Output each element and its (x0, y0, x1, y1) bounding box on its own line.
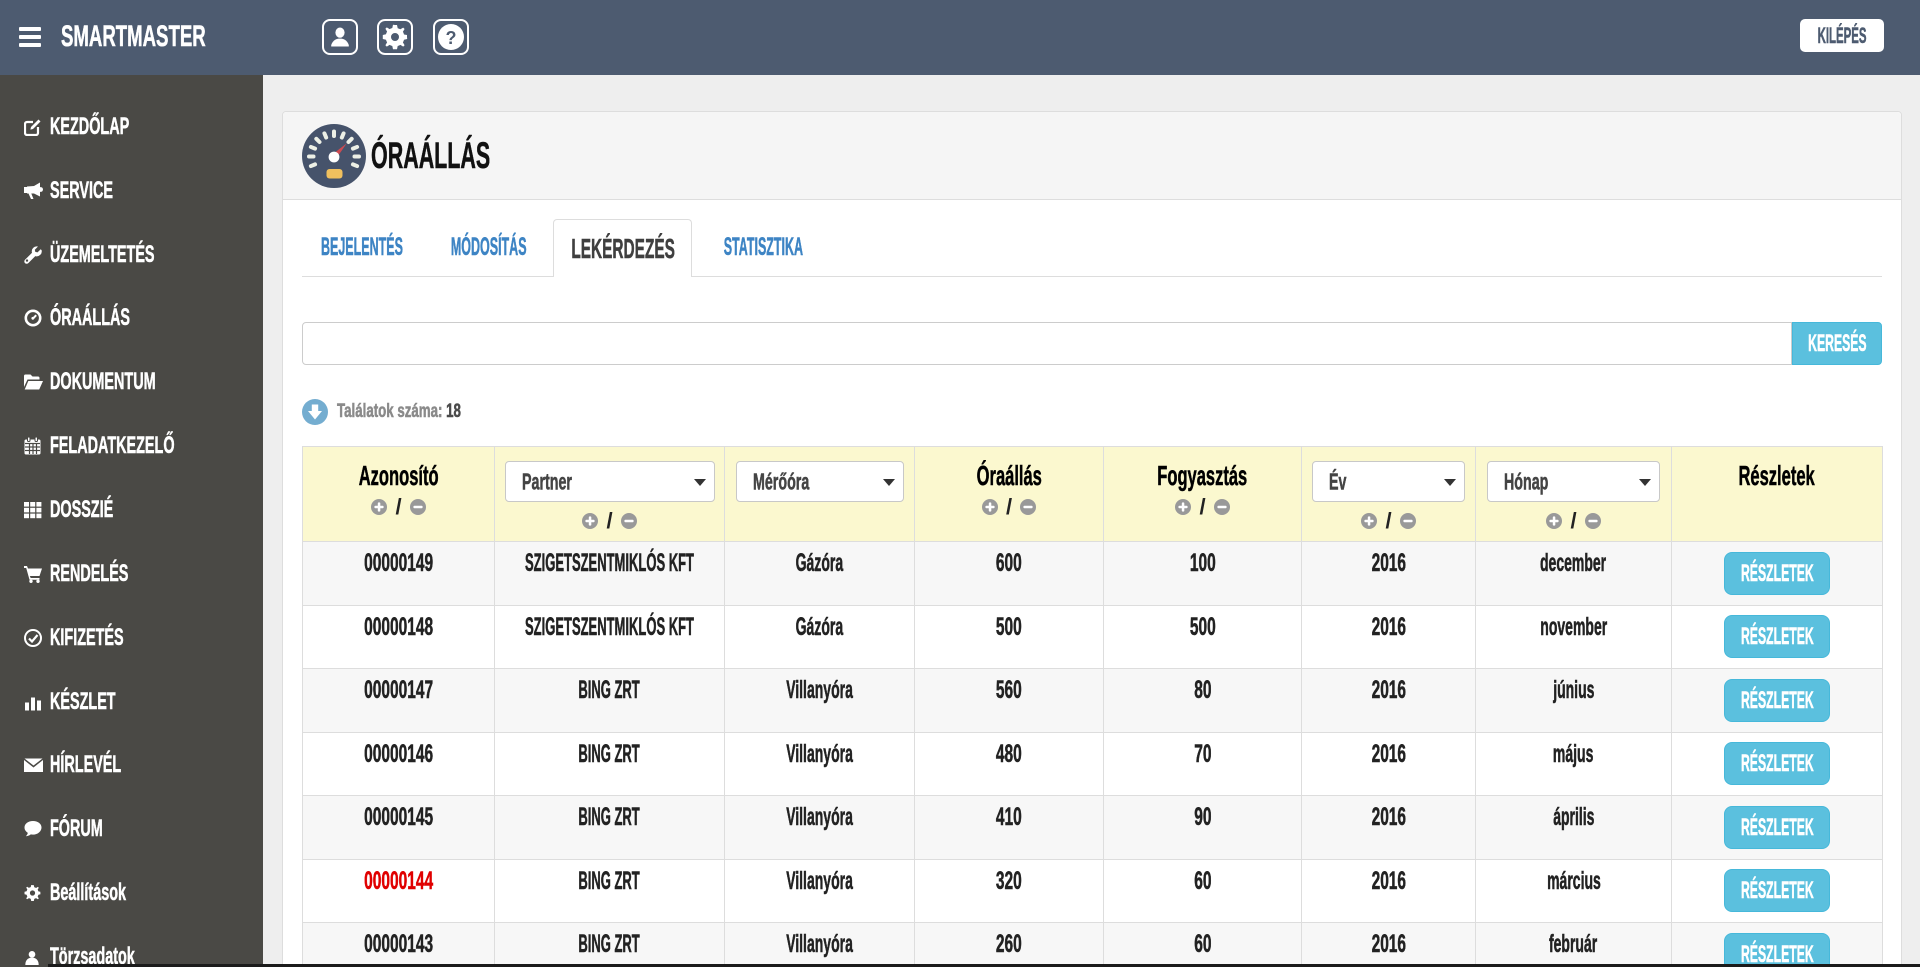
svg-text:?: ? (446, 28, 457, 48)
